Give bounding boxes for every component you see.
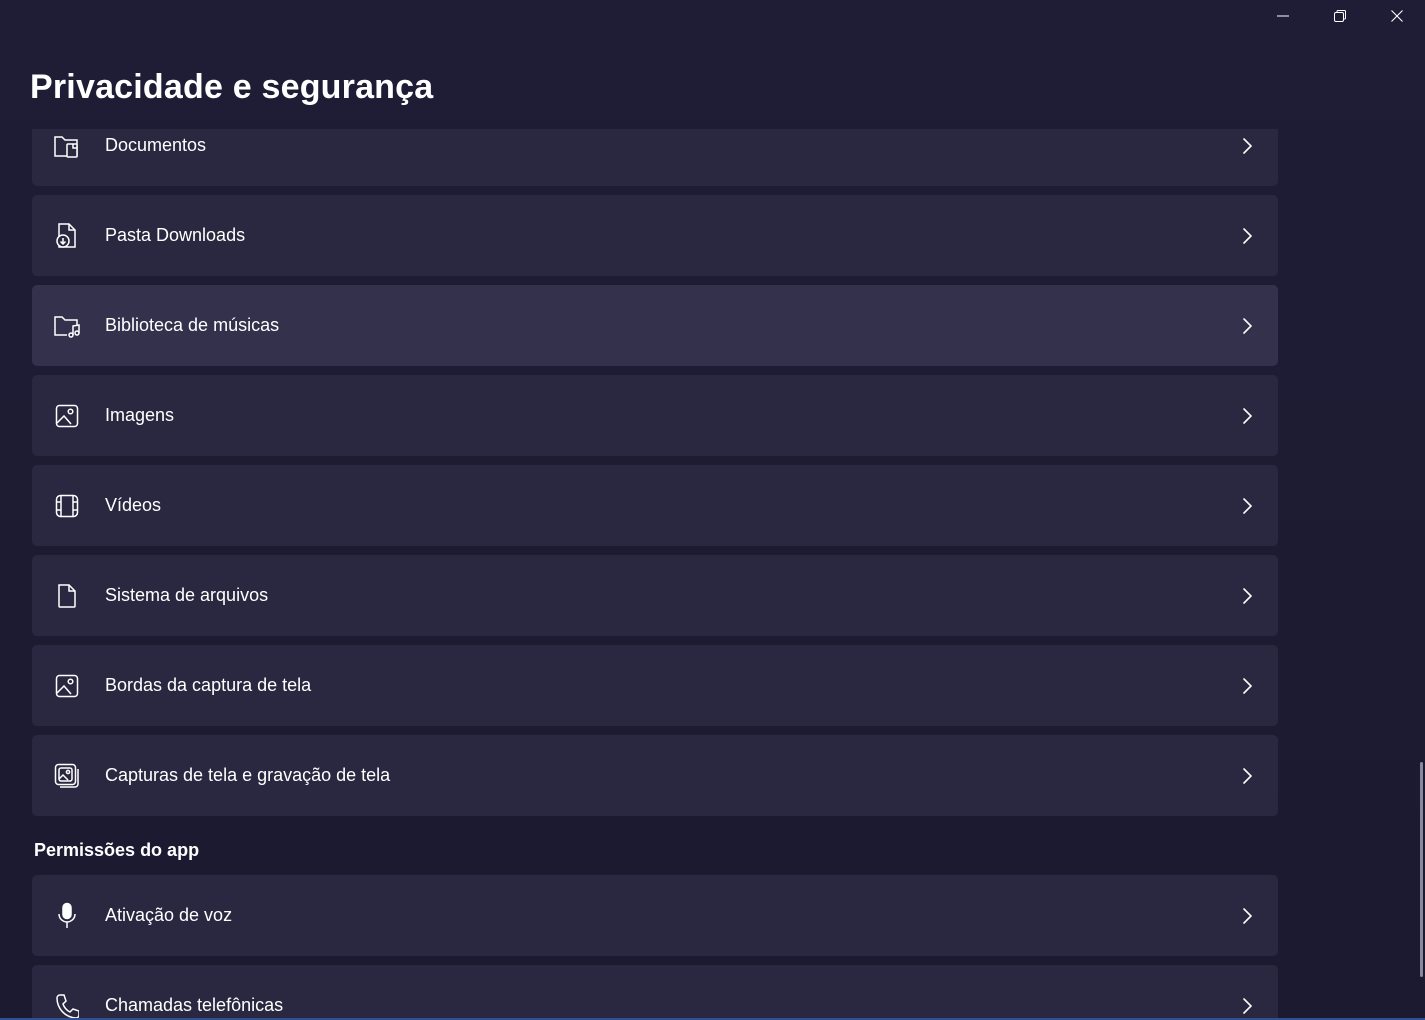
row-label: Documentos [105,135,207,155]
chevron-right-icon [1237,496,1257,516]
chevron-right-icon [1237,996,1257,1016]
row-downloads[interactable]: Pasta Downloads [32,195,1278,276]
row-label: Vídeos [105,495,162,515]
row-bordas-captura[interactable]: Bordas da captura de tela [32,645,1278,726]
file-icon [52,581,82,611]
video-film-icon [52,491,82,521]
page-title: Privacidade e segurança [30,68,434,106]
row-label: Bordas da captura de tela [105,675,312,695]
chevron-right-icon [1237,136,1257,156]
screenshots-icon [52,761,82,791]
close-icon [1390,10,1403,22]
restore-button[interactable] [1311,0,1368,32]
chevron-right-icon [1237,676,1257,696]
settings-window: Privacidade e segurança Documentos Pasta… [0,0,1425,1020]
chevron-right-icon [1237,226,1257,246]
section-header-app-permissions: Permissões do app [34,840,200,860]
row-sistema-arquivos[interactable]: Sistema de arquivos [32,555,1278,636]
row-musicas[interactable]: Biblioteca de músicas [32,285,1278,366]
screenshot-border-icon [52,671,82,701]
settings-list: Documentos Pasta Downloads Biblioteca de… [0,129,1425,1020]
chevron-right-icon [1237,586,1257,606]
row-documentos[interactable]: Documentos [32,129,1278,186]
chevron-right-icon [1237,906,1257,926]
chevron-right-icon [1237,316,1257,336]
row-label: Chamadas telefônicas [105,995,284,1015]
vertical-scrollbar[interactable] [1420,762,1423,977]
chevron-right-icon [1237,766,1257,786]
chevron-right-icon [1237,406,1257,426]
microphone-icon [52,901,82,931]
row-chamadas-telefonicas[interactable]: Chamadas telefônicas [32,965,1278,1020]
row-label: Ativação de voz [105,905,233,925]
row-capturas-gravacao[interactable]: Capturas de tela e gravação de tela [32,735,1278,816]
minimize-icon [1276,15,1289,17]
phone-icon [52,991,82,1020]
row-label: Sistema de arquivos [105,585,269,605]
minimize-button[interactable] [1254,0,1311,32]
close-button[interactable] [1368,0,1425,32]
row-label: Pasta Downloads [105,225,246,245]
row-label: Imagens [105,405,175,425]
row-label: Capturas de tela e gravação de tela [105,765,391,785]
image-icon [52,401,82,431]
restore-icon [1333,10,1346,22]
music-folder-icon [52,311,82,341]
row-imagens[interactable]: Imagens [32,375,1278,456]
row-videos[interactable]: Vídeos [32,465,1278,546]
row-ativacao-voz[interactable]: Ativação de voz [32,875,1278,956]
caption-buttons [1254,0,1425,32]
download-file-icon [52,221,82,251]
row-label: Biblioteca de músicas [105,315,280,335]
documents-folder-icon [52,131,82,161]
